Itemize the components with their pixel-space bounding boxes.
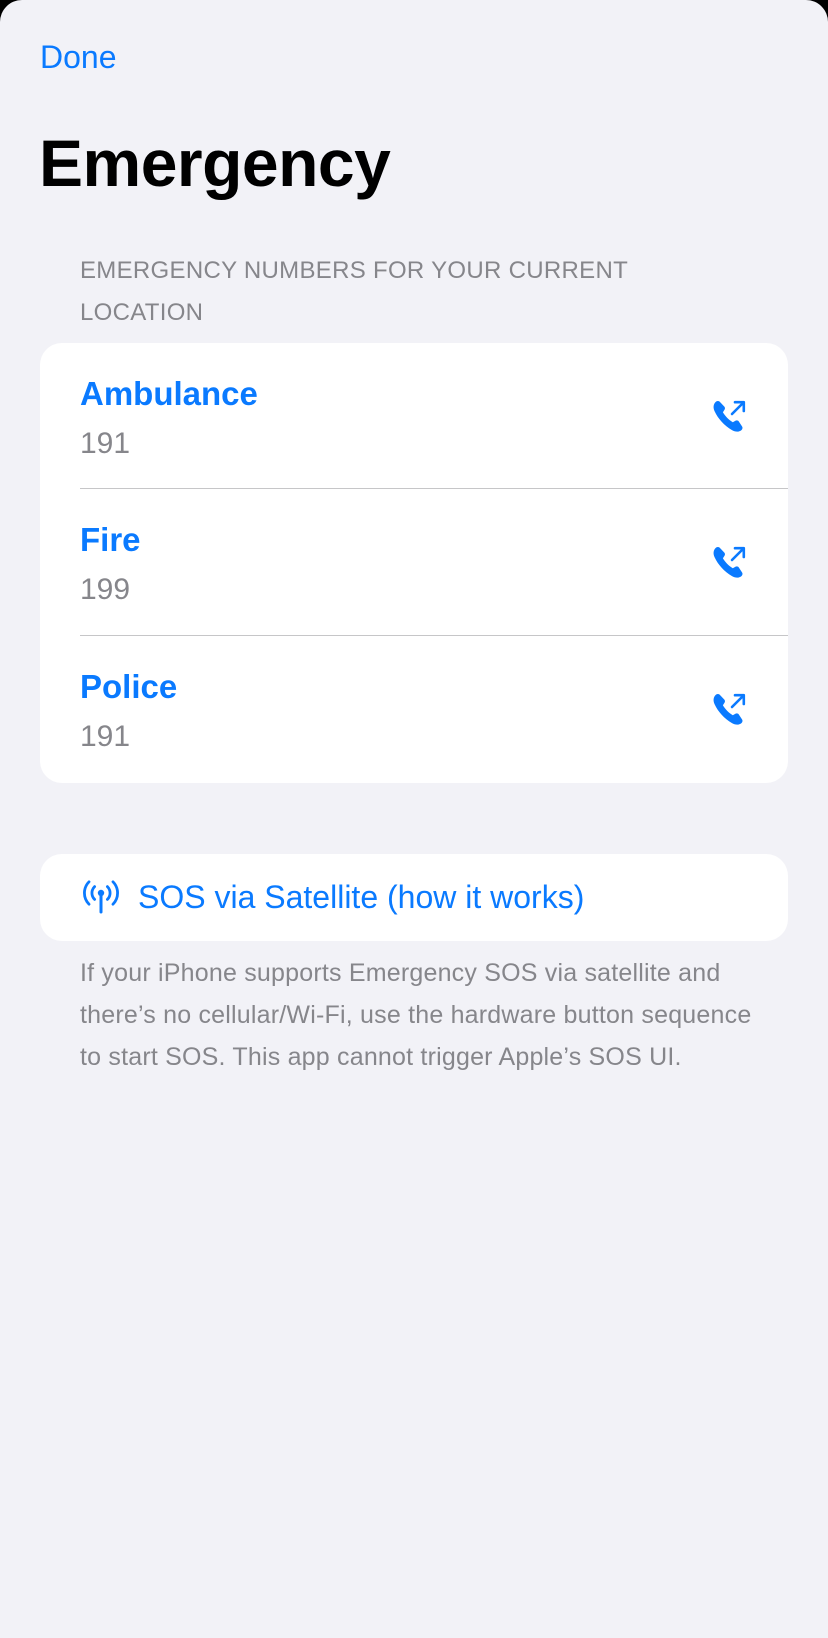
emergency-service-name: Fire: [80, 521, 141, 558]
emergency-service-number: 191: [80, 720, 131, 753]
sos-footer-note: If your iPhone supports Emergency SOS vi…: [80, 959, 752, 1071]
page-title: Emergency: [39, 126, 391, 200]
phone-outgoing-icon[interactable]: [712, 543, 748, 581]
emergency-sheet: Done Emergency EMERGENCY NUMBERS FOR YOU…: [0, 0, 828, 1638]
section-header-emergency-numbers: EMERGENCY NUMBERS FOR YOUR CURRENT LOCAT…: [80, 257, 628, 326]
emergency-row-police[interactable]: Police 191: [40, 636, 788, 782]
phone-outgoing-icon[interactable]: [712, 397, 748, 435]
emergency-service-name: Ambulance: [80, 375, 258, 412]
emergency-service-number: 199: [80, 573, 131, 606]
emergency-row-fire[interactable]: Fire 199: [40, 489, 788, 635]
emergency-row-ambulance[interactable]: Ambulance 191: [40, 343, 788, 489]
antenna-signal-icon: [83, 880, 119, 914]
phone-outgoing-icon[interactable]: [712, 690, 748, 728]
sos-satellite-button[interactable]: SOS via Satellite (how it works): [40, 854, 788, 941]
emergency-numbers-list: Ambulance 191 Fire 199 Police 191: [40, 343, 788, 783]
emergency-service-name: Police: [80, 668, 178, 705]
done-button[interactable]: Done: [40, 36, 117, 78]
sos-satellite-label: SOS via Satellite (how it works): [138, 879, 585, 915]
emergency-service-number: 191: [80, 427, 131, 460]
